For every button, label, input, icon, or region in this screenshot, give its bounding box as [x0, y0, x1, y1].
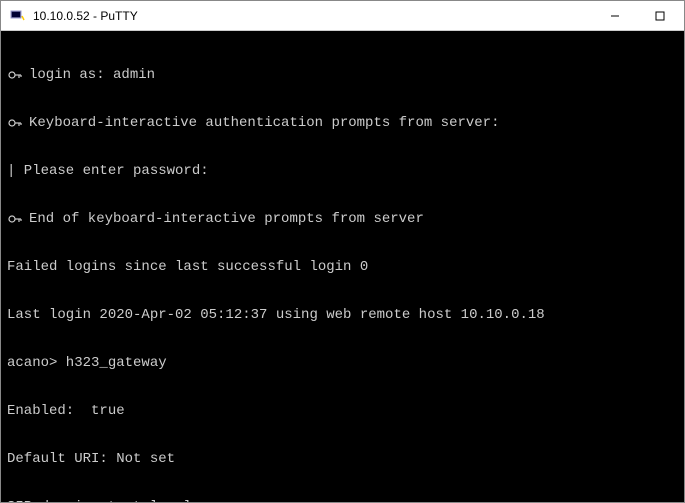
- terminal-line: acano> h323_gateway: [7, 355, 678, 371]
- window-title: 10.10.0.52 - PuTTY: [33, 9, 592, 23]
- terminal-line: login as: admin: [7, 67, 678, 83]
- terminal-output[interactable]: login as: admin Keyboard-interactive aut…: [1, 31, 684, 502]
- terminal-line: End of keyboard-interactive prompts from…: [7, 211, 678, 227]
- minimize-button[interactable]: [592, 1, 637, 30]
- maximize-button[interactable]: [637, 1, 682, 30]
- terminal-line: Keyboard-interactive authentication prom…: [7, 115, 678, 131]
- terminal-text: login as: admin: [29, 67, 155, 83]
- key-icon: [7, 68, 23, 82]
- terminal-text: Keyboard-interactive authentication prom…: [29, 115, 499, 131]
- terminal-line: | Please enter password:: [7, 163, 678, 179]
- putty-icon: [9, 8, 25, 24]
- window-controls: [592, 1, 682, 30]
- terminal-line: Enabled: true: [7, 403, 678, 419]
- terminal-line: Failed logins since last successful logi…: [7, 259, 678, 275]
- putty-window: 10.10.0.52 - PuTTY login as: admin Keybo…: [0, 0, 685, 503]
- terminal-line: SIP domain: test.local: [7, 499, 678, 502]
- terminal-line: Last login 2020-Apr-02 05:12:37 using we…: [7, 307, 678, 323]
- key-icon: [7, 116, 23, 130]
- titlebar[interactable]: 10.10.0.52 - PuTTY: [1, 1, 684, 31]
- terminal-text: End of keyboard-interactive prompts from…: [29, 211, 424, 227]
- key-icon: [7, 212, 23, 226]
- terminal-line: Default URI: Not set: [7, 451, 678, 467]
